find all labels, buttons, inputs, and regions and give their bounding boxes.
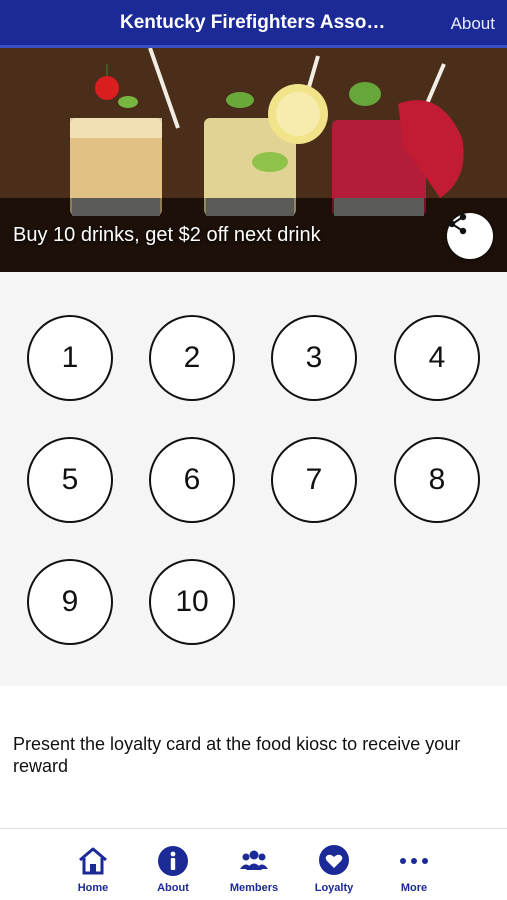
share-icon [448, 213, 467, 235]
stamp-3: 3 [271, 315, 357, 401]
stamp-8: 8 [394, 437, 480, 523]
header-about-link[interactable]: About [451, 14, 495, 34]
stamp-5: 5 [27, 437, 113, 523]
heart-icon [319, 845, 349, 875]
stamp-9: 9 [27, 559, 113, 645]
bottom-tab-bar: Home About Members Loyalty More [0, 828, 507, 900]
more-icon [400, 858, 428, 864]
stamp-2: 2 [149, 315, 235, 401]
hero-image: Buy 10 drinks, get $2 off next drink [0, 48, 507, 272]
tab-about-label: About [157, 882, 189, 894]
tab-loyalty[interactable]: Loyalty [294, 829, 374, 900]
home-icon [79, 847, 107, 875]
tab-more-label: More [400, 882, 428, 894]
tab-about[interactable]: About [133, 829, 213, 900]
members-icon [240, 850, 268, 870]
stamp-4: 4 [394, 315, 480, 401]
share-button[interactable] [447, 213, 493, 259]
tab-members[interactable]: Members [214, 829, 294, 900]
tab-home-label: Home [77, 882, 109, 894]
hero-caption: Buy 10 drinks, get $2 off next drink [13, 224, 321, 246]
stamp-1: 1 [27, 315, 113, 401]
stamp-10: 10 [149, 559, 235, 645]
reward-instructions: Present the loyalty card at the food kio… [13, 734, 461, 776]
info-icon [158, 846, 188, 876]
tab-loyalty-label: Loyalty [314, 882, 354, 894]
app-header: Kentucky Firefighters Associ… About [0, 0, 507, 48]
stamp-7: 7 [271, 437, 357, 523]
tab-more[interactable]: More [374, 829, 454, 900]
loyalty-stamp-grid: 1 2 3 4 5 6 7 8 9 10 [0, 272, 507, 686]
tab-home[interactable]: Home [53, 829, 133, 900]
tab-members-label: Members [229, 882, 279, 894]
header-title: Kentucky Firefighters Associ… [120, 12, 395, 33]
stamp-6: 6 [149, 437, 235, 523]
